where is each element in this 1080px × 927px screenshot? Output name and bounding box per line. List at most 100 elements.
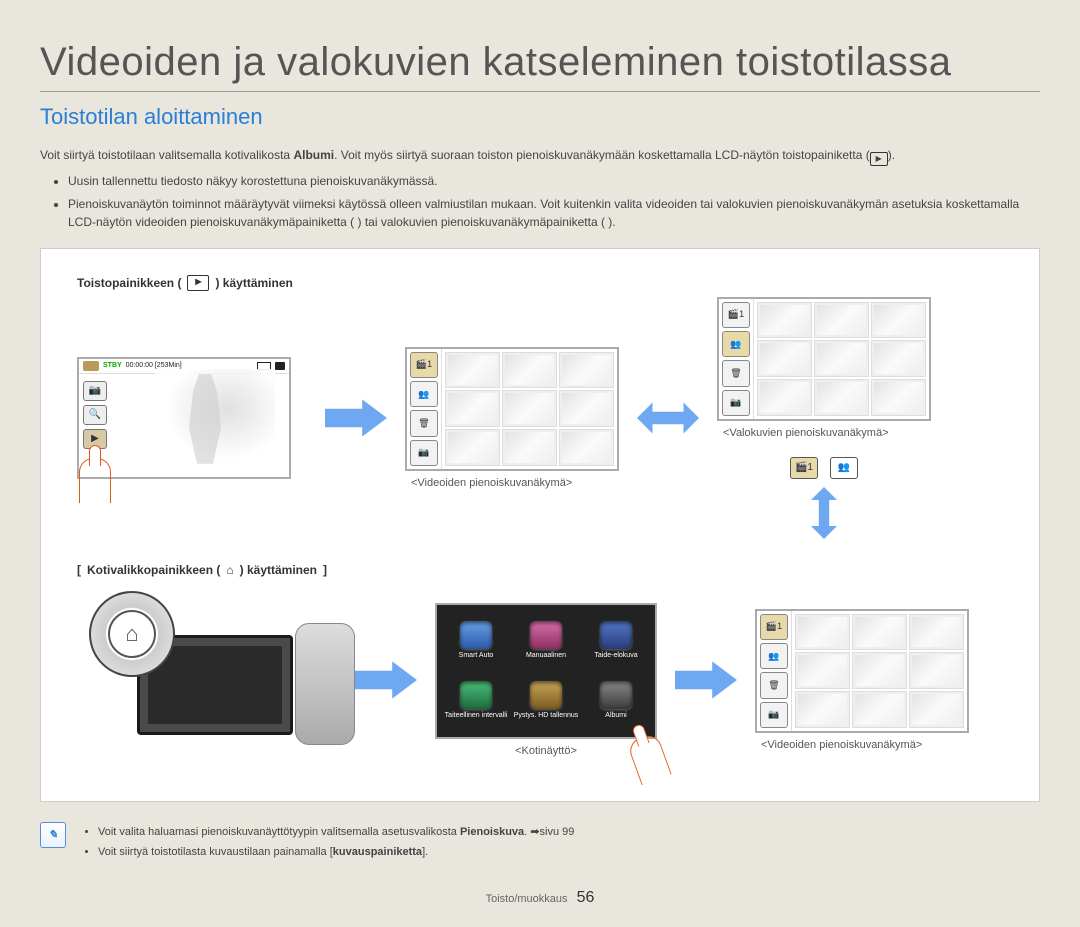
thumb-cell[interactable] [814,379,869,416]
camcorder-illustration: ⌂ [77,605,337,755]
thumb-cell[interactable] [757,302,812,339]
video-thumb-grid: 🎬1 👥 🗑 📷 [405,347,619,471]
home-caption: <Kotinäyttö> [435,745,657,757]
bullet-item: Pienoiskuvanäytön toiminnot määräytyvät … [68,195,1040,232]
stby-indicator: STBY [103,362,122,369]
arrow-up-down-icon [805,487,843,539]
section1-caption: Toistopainikkeen ( ▶ ) käyttäminen [77,275,1003,291]
thumb-tab-photo[interactable]: 👥 [722,331,750,357]
play-icon: ▶ [870,152,888,166]
lcd-preview: STBY 00:00:00 [253Min] 📷 🔍 ▶ [77,357,291,479]
thumb-tab-video[interactable]: 🎬1 [760,614,788,640]
thumb-cell[interactable] [795,652,850,689]
thumb-cell[interactable] [909,652,964,689]
photo-thumb-caption: <Valokuvien pienoiskuvanäkymä> [717,427,931,439]
finger-pointer-icon [626,732,671,785]
home-item-icon [600,681,632,709]
thumb-tab-trash[interactable]: 🗑 [760,672,788,698]
thumb-cell[interactable] [814,302,869,339]
thumb-tab-trash[interactable]: 🗑 [410,410,438,436]
thumb-cell[interactable] [502,429,557,466]
thumb-cell[interactable] [559,352,614,389]
thumb-cell[interactable] [757,340,812,377]
section-heading: Toistotilan aloittaminen [40,104,1040,130]
home-item-label: Taide-elokuva [594,652,637,660]
intro-paragraph: Voit siirtyä toistotilaan valitsemalla k… [40,146,1040,166]
thumb-cell[interactable] [852,652,907,689]
diagram-panel: Toistopainikkeen ( ▶ ) käyttäminen STBY … [40,248,1040,802]
home-item-1[interactable]: Manuaalinen [511,611,581,671]
sdcard-icon [275,362,285,370]
home-screen-grid: Smart Auto Manuaalinen Taide-elokuva Taitee… [435,603,657,739]
thumb-cell[interactable] [852,691,907,728]
thumb-cell[interactable] [871,379,926,416]
thumb-cell[interactable] [559,429,614,466]
home-item-5[interactable]: Albumi [581,671,651,731]
note-item: Voit valita haluamasi pienoiskuvanäyttöt… [98,824,574,841]
home-item-label: Manuaalinen [526,652,566,660]
thumb-tab-video[interactable]: 🎬1 [722,302,750,328]
thumb-tab-trash[interactable]: 🗑 [722,360,750,386]
finger-pointer-icon [79,458,111,503]
home-item-0[interactable]: Smart Auto [441,611,511,671]
home-item-icon [460,681,492,709]
home-item-label: Smart Auto [459,652,494,660]
home-item-icon [530,621,562,649]
bullet-item: Uusin tallennettu tiedosto näkyy koroste… [68,172,1040,191]
video-thumb-grid-2: 🎬1 👥 🗑 📷 [755,609,969,733]
thumb-cell[interactable] [871,302,926,339]
photo-thumb-grid: 🎬1 👥 🗑 📷 [717,297,931,421]
toggle-tab-video[interactable]: 🎬1 [790,457,818,479]
thumb-cell[interactable] [445,429,500,466]
thumb-cell[interactable] [559,390,614,427]
thumb-cell[interactable] [445,352,500,389]
arrow-right-icon [675,661,737,699]
thumb-cell[interactable] [502,390,557,427]
home-item-icon [460,621,492,649]
note-block: ✎ Voit valita haluamasi pienoiskuvanäytt… [40,822,1040,867]
thumb-cell[interactable] [909,691,964,728]
section2-caption: [Kotivalikkopainikkeen ( ⌂ ) käyttäminen… [77,563,1003,577]
note-item: Voit siirtyä toistotilasta kuvaustilaan … [98,844,574,861]
video-thumb-caption: <Videoiden pienoiskuvanäkymä> [405,477,619,489]
arrow-left-right-icon [637,399,699,437]
lcd-sidebar-zoom[interactable]: 🔍 [83,405,107,425]
home-button-icon[interactable]: ⌂ [108,610,156,658]
thumb-cell[interactable] [871,340,926,377]
thumb-tab-camera[interactable]: 📷 [722,390,750,416]
play-icon: ▶ [187,275,209,291]
note-icon: ✎ [40,822,66,848]
thumb-cell[interactable] [445,390,500,427]
page-footer: Toisto/muokkaus 56 [40,889,1040,907]
thumb-tab-video[interactable]: 🎬1 [410,352,438,378]
arrow-right-icon [325,399,387,437]
home-item-label: Taiteellinen intervalli [445,712,508,720]
thumb-cell[interactable] [814,340,869,377]
home-item-icon [600,621,632,649]
camcorder-dial: ⌂ [89,591,175,677]
thumb-cell[interactable] [909,614,964,651]
home-item-3[interactable]: Taiteellinen intervalli [441,671,511,731]
toggle-tab-photo[interactable]: 👥 [830,457,858,479]
home-item-4[interactable]: Pystys. HD tallennus [511,671,581,731]
page-title: Videoiden ja valokuvien katseleminen toi… [40,40,1040,92]
thumb-cell[interactable] [502,352,557,389]
thumb-cell[interactable] [795,614,850,651]
thumb-tab-camera[interactable]: 📷 [760,702,788,728]
home-item-icon [530,681,562,709]
home-item-label: Albumi [605,712,626,720]
lcd-sidebar-camera[interactable]: 📷 [83,381,107,401]
thumb-cell[interactable] [795,691,850,728]
thumb-tab-camera[interactable]: 📷 [410,440,438,466]
thumb-cell[interactable] [757,379,812,416]
home-item-2[interactable]: Taide-elokuva [581,611,651,671]
thumb-tab-photo[interactable]: 👥 [760,643,788,669]
intro-bullets: Uusin tallennettu tiedosto näkyy koroste… [40,172,1040,232]
smart-badge-icon [83,361,99,371]
thumb-tab-photo[interactable]: 👥 [410,381,438,407]
home-icon: ⌂ [226,563,233,577]
page-number: 56 [577,889,595,906]
thumb-cell[interactable] [852,614,907,651]
video-thumb-caption-2: <Videoiden pienoiskuvanäkymä> [755,739,969,751]
lcd-viewfinder-image [155,369,275,469]
